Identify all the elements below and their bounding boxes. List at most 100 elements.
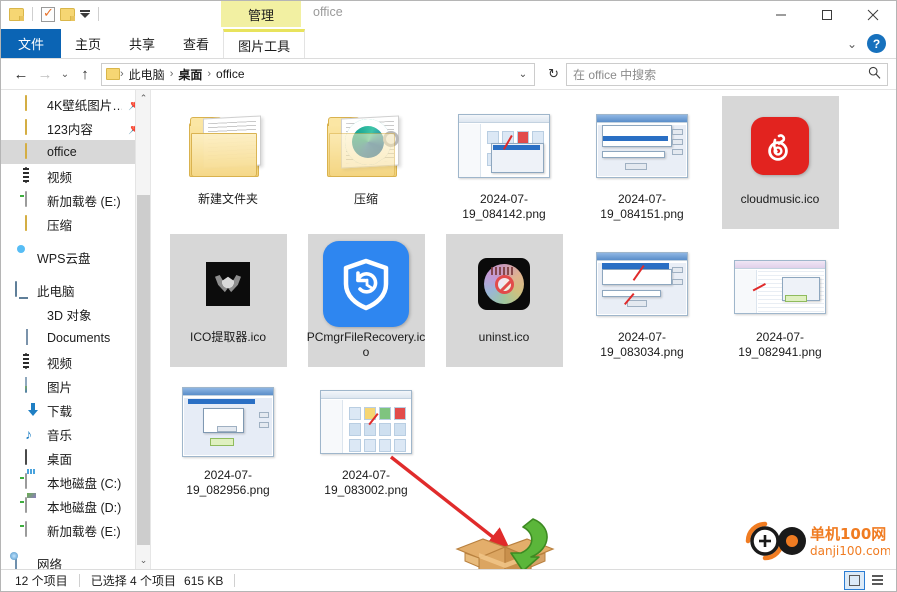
file-item[interactable]: 2024-07-19_083002.png: [297, 370, 435, 508]
sidebar-item-4k-wallpaper[interactable]: 4K壁纸图片… 📌: [1, 92, 150, 116]
file-item[interactable]: 2024-07-19_083034.png: [573, 232, 711, 370]
chevron-down-icon[interactable]: ⌄: [847, 37, 857, 51]
file-item[interactable]: 2024-07-19_084151.png: [573, 94, 711, 232]
file-item[interactable]: cloudmusic.ico: [711, 94, 849, 232]
title-bar: 管理 office: [1, 1, 896, 29]
sidebar-item-label: 音乐: [47, 428, 73, 443]
sidebar-scrollbar[interactable]: ⌃ ⌄: [135, 90, 150, 569]
scrollbar-thumb[interactable]: [137, 195, 150, 545]
large-icons-view-button[interactable]: [844, 571, 865, 590]
sidebar-item-123content[interactable]: 123内容 📌: [1, 116, 150, 140]
sidebar-item-this-pc[interactable]: 此电脑: [1, 278, 150, 302]
sidebar-item-local-disk-d[interactable]: 本地磁盘 (D:): [1, 494, 150, 518]
sidebar-item-label: 本地磁盘 (D:): [47, 500, 122, 515]
tab-home[interactable]: 主页: [61, 29, 115, 58]
sidebar-item-label: 新加载卷 (E:): [47, 194, 121, 209]
sidebar-item-music[interactable]: ♪ 音乐: [1, 422, 150, 446]
breadcrumb-item-0[interactable]: 此电脑: [124, 66, 170, 83]
toolbar-divider-2: [98, 7, 99, 21]
file-item[interactable]: 压缩: [297, 94, 435, 232]
file-name: uninst.ico: [478, 330, 530, 344]
sidebar-item-label: 此电脑: [37, 284, 75, 299]
tab-share[interactable]: 共享: [115, 29, 169, 58]
sidebar-item-videos[interactable]: 视频: [1, 350, 150, 374]
desktop-icon: [25, 449, 41, 466]
sidebar-item-new-volume-e[interactable]: 新加载卷 (E:): [1, 518, 150, 542]
contextual-tab-manage[interactable]: 管理: [221, 1, 301, 27]
close-button[interactable]: [850, 1, 896, 28]
sidebar-item-videos-quick[interactable]: 视频: [1, 164, 150, 188]
file-list-view[interactable]: 新建文件夹 压缩 2024-07-19_084142.png 2024-07-1…: [151, 90, 896, 569]
back-button[interactable]: ←: [9, 62, 33, 86]
sidebar-item-local-disk-c[interactable]: 本地磁盘 (C:): [1, 470, 150, 494]
sidebar-item-label: 图片: [47, 380, 73, 395]
sidebar-item-3d-objects[interactable]: 3D 对象: [1, 302, 150, 326]
up-button[interactable]: ↑: [73, 62, 97, 86]
file-grid: 新建文件夹 压缩 2024-07-19_084142.png 2024-07-1…: [151, 90, 896, 508]
selection-size: 615 KB: [184, 573, 224, 588]
view-mode-buttons: [844, 571, 896, 590]
file-item[interactable]: 2024-07-19_082941.png: [711, 232, 849, 370]
file-explorer-window: 管理 office 文件 主页 共享 查看 图片工: [0, 0, 897, 592]
music-icon: ♪: [25, 426, 32, 442]
sidebar-item-label: 本地磁盘 (C:): [47, 476, 122, 491]
sidebar-item-desktop[interactable]: 桌面: [1, 446, 150, 470]
status-divider-2: [234, 574, 236, 587]
sidebar-item-office[interactable]: office: [1, 140, 150, 164]
folder-edge-icon: [318, 102, 414, 190]
breadcrumb-item-2[interactable]: office: [211, 67, 249, 81]
breadcrumb[interactable]: › 此电脑 › 桌面 › office ⌄: [101, 62, 536, 86]
file-item[interactable]: 2024-07-19_082956.png: [159, 370, 297, 508]
image-thumbnail: [180, 378, 276, 466]
sidebar-item-label: 压缩: [47, 218, 73, 233]
status-divider: [78, 574, 80, 587]
breadcrumb-item-1[interactable]: 桌面: [173, 66, 207, 83]
scroll-down-icon[interactable]: ⌄: [136, 552, 150, 569]
search-input[interactable]: 在 office 中搜索: [566, 62, 888, 86]
folder-icon: [180, 102, 276, 190]
file-item[interactable]: ICO提取器.ico: [159, 232, 297, 370]
watermark-logo: 单机100网 danji100.com: [745, 521, 890, 561]
tab-file[interactable]: 文件: [1, 29, 62, 58]
address-dropdown-icon[interactable]: ⌄: [512, 69, 534, 80]
sidebar-item-documents[interactable]: Documents: [1, 326, 150, 350]
maximize-button[interactable]: [804, 1, 850, 28]
sidebar-item-wps-cloud[interactable]: WPS云盘: [1, 245, 150, 269]
refresh-icon[interactable]: ↻: [541, 66, 566, 82]
picture-icon: [25, 377, 41, 394]
properties-icon[interactable]: [41, 5, 55, 22]
details-view-button[interactable]: [867, 571, 888, 590]
file-name: 2024-07-19_082941.png: [738, 330, 822, 359]
tab-share-label: 共享: [129, 37, 156, 52]
sidebar-item-network[interactable]: 网络: [1, 551, 150, 569]
file-item[interactable]: uninst.ico: [435, 232, 573, 370]
sidebar-item-label: 新加载卷 (E:): [47, 524, 121, 539]
search-icon[interactable]: [868, 66, 881, 82]
file-item[interactable]: 2024-07-19_084142.png: [435, 94, 573, 232]
image-thumbnail: [594, 102, 690, 190]
forward-button[interactable]: →: [33, 62, 57, 86]
tab-home-label: 主页: [75, 37, 102, 52]
image-thumbnail: [594, 240, 690, 328]
customize-caret-icon[interactable]: [80, 10, 90, 18]
minimize-button[interactable]: [758, 1, 804, 28]
file-item[interactable]: 新建文件夹: [159, 94, 297, 232]
scroll-up-icon[interactable]: ⌃: [136, 90, 150, 107]
folder-icon: [25, 143, 41, 160]
new-folder-icon[interactable]: [60, 7, 75, 21]
recent-locations-icon[interactable]: ⌄: [57, 62, 73, 86]
svg-text:单机100网: 单机100网: [810, 525, 886, 543]
sidebar-item-new-volume-e-quick[interactable]: 新加载卷 (E:): [1, 188, 150, 212]
folder-icon[interactable]: [9, 7, 24, 21]
file-item[interactable]: PCmgrFileRecovery.ico: [297, 232, 435, 370]
help-icon[interactable]: ?: [867, 34, 886, 53]
tab-view[interactable]: 查看: [169, 29, 223, 58]
sidebar-item-label: Documents: [47, 331, 111, 345]
explorer-body: 4K壁纸图片… 📌 123内容 📌 office 视频: [1, 89, 896, 569]
tab-picture-tools[interactable]: 图片工具: [223, 29, 306, 58]
sidebar-item-downloads[interactable]: 下载: [1, 398, 150, 422]
sidebar-item-compressed[interactable]: 压缩: [1, 212, 150, 236]
navigation-pane: 4K壁纸图片… 📌 123内容 📌 office 视频: [1, 90, 151, 569]
image-thumbnail: [456, 102, 552, 190]
sidebar-item-pictures[interactable]: 图片: [1, 374, 150, 398]
